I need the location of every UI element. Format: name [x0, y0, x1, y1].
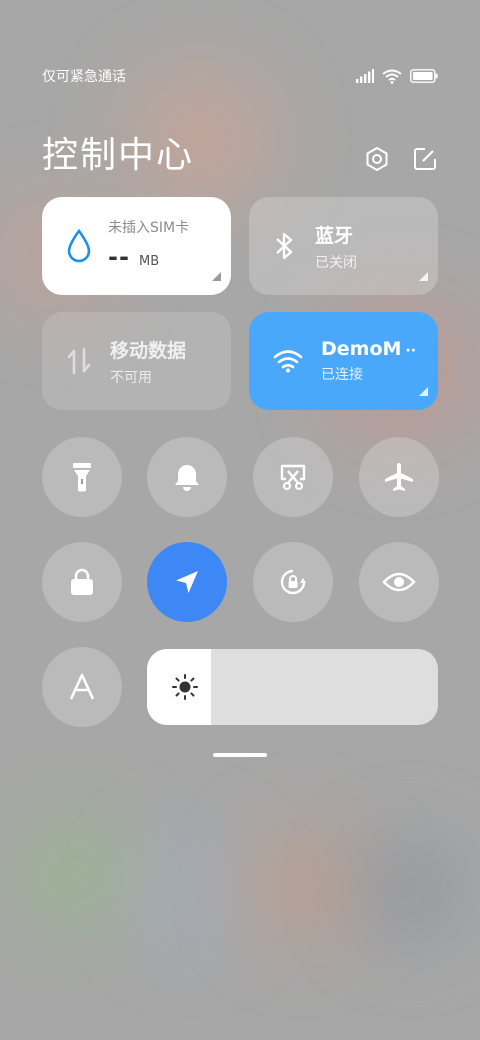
- data-usage-text: 未插入SIM卡 -- MB: [108, 217, 189, 271]
- wifi-icon: [382, 69, 402, 84]
- data-usage-tile[interactable]: 未插入SIM卡 -- MB: [42, 197, 231, 295]
- mobile-data-status: 不可用: [110, 369, 152, 386]
- status-bar: 仅可紧急通话: [42, 62, 438, 90]
- reading-mode-toggle[interactable]: [359, 542, 439, 622]
- status-icons: [356, 69, 438, 84]
- sun-icon: [172, 674, 198, 700]
- mobile-data-label: 移动数据: [110, 339, 187, 362]
- wifi-more-dots: ··: [405, 343, 417, 359]
- bluetooth-tile[interactable]: 蓝牙 已关闭: [249, 197, 438, 295]
- sim-status-label: 未插入SIM卡: [108, 220, 190, 236]
- tile-corner-indicator: [212, 272, 221, 281]
- signal-icon: [356, 69, 374, 83]
- background-blob: [250, 830, 360, 940]
- mobile-data-tile[interactable]: 移动数据 不可用: [42, 312, 231, 410]
- font-a-icon: [69, 673, 95, 700]
- airplane-icon: [385, 463, 413, 491]
- wifi-ssid: DemoM: [321, 338, 402, 360]
- drag-handle[interactable]: [213, 753, 267, 757]
- rotation-lock-icon: [280, 569, 306, 595]
- bluetooth-text: 蓝牙 已关闭: [315, 221, 357, 272]
- page-title: 控制中心: [42, 135, 195, 176]
- edit-icon[interactable]: [412, 146, 438, 172]
- data-usage-number: --: [108, 243, 130, 271]
- screenshot-icon: [280, 464, 306, 491]
- bell-icon: [175, 465, 199, 491]
- lock-icon: [71, 568, 93, 595]
- location-toggle[interactable]: [147, 542, 227, 622]
- mute-toggle[interactable]: [147, 437, 227, 517]
- location-icon: [176, 571, 198, 593]
- auto-brightness-toggle[interactable]: [42, 647, 122, 727]
- lock-screen-toggle[interactable]: [42, 542, 122, 622]
- rotation-lock-toggle[interactable]: [253, 542, 333, 622]
- airplane-toggle[interactable]: [359, 437, 439, 517]
- drop-icon: [67, 229, 91, 263]
- mobile-data-text: 移动数据 不可用: [110, 336, 186, 387]
- background-blob: [20, 820, 130, 930]
- bluetooth-icon: [276, 232, 293, 260]
- header: 控制中心: [42, 122, 438, 182]
- screenshot-toggle[interactable]: [253, 437, 333, 517]
- mobile-data-icon: [67, 347, 91, 375]
- brightness-slider[interactable]: [147, 649, 438, 725]
- tile-corner-indicator: [419, 387, 428, 396]
- battery-icon: [410, 69, 438, 83]
- wifi-text: DemoM ·· 已连接: [321, 338, 416, 384]
- flashlight-toggle[interactable]: [42, 437, 122, 517]
- bluetooth-label: 蓝牙: [315, 224, 354, 247]
- wifi-icon: [273, 350, 303, 373]
- data-usage-value: -- MB: [108, 243, 189, 271]
- bluetooth-status: 已关闭: [315, 254, 357, 271]
- background-blob: [360, 840, 460, 940]
- wifi-network-name: DemoM ··: [321, 338, 416, 360]
- settings-icon[interactable]: [364, 146, 390, 172]
- wifi-status: 已连接: [321, 367, 363, 383]
- eye-icon: [382, 572, 416, 592]
- data-usage-unit: MB: [139, 254, 160, 269]
- header-actions: [364, 146, 438, 172]
- carrier-text: 仅可紧急通话: [42, 69, 126, 85]
- wifi-tile[interactable]: DemoM ·· 已连接: [249, 312, 438, 410]
- flashlight-icon: [73, 463, 91, 492]
- tile-corner-indicator: [419, 272, 428, 281]
- background-blob: [140, 840, 240, 940]
